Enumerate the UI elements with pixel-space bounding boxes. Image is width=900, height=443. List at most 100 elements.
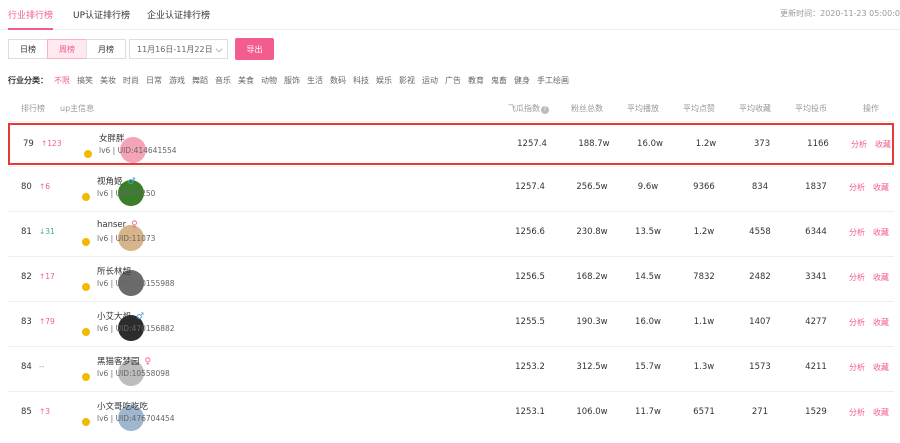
table-row[interactable]: 81 ↓31 hanser ♀ lv6 | UID:11073 1256.6 23… bbox=[8, 213, 894, 255]
category-item[interactable]: 教育 bbox=[468, 75, 484, 86]
up-uid: lv6 | UID:520155988 bbox=[97, 279, 175, 288]
collect-link[interactable]: 收藏 bbox=[873, 362, 889, 373]
analyze-link[interactable]: 分析 bbox=[849, 272, 865, 283]
category-item[interactable]: 科技 bbox=[353, 75, 369, 86]
avatar[interactable] bbox=[63, 354, 144, 386]
gender-icon: ♂ bbox=[127, 177, 136, 187]
category-item[interactable]: 游戏 bbox=[169, 75, 185, 86]
period-daily-button[interactable]: 日榜 bbox=[8, 39, 48, 59]
avg-fav-value: 1407 bbox=[749, 317, 771, 327]
table-row[interactable]: 84 -- 黑猫客梦园 ♀ lv6 | UID:10558098 1253.2 3… bbox=[8, 348, 894, 390]
index-value: 1256.6 bbox=[515, 227, 545, 237]
category-item[interactable]: 生活 bbox=[307, 75, 323, 86]
avg-play-value: 13.5w bbox=[635, 227, 661, 237]
table-row[interactable]: 80 ↑6 视角姬 ♂ lv6 | UID:52250 1257.4 256.5w… bbox=[8, 168, 894, 210]
rank-number: 80 bbox=[21, 182, 32, 192]
period-monthly-button[interactable]: 月榜 bbox=[86, 39, 126, 59]
table-row[interactable]: 82 ↑17 所长林超 lv6 | UID:520155988 1256.5 1… bbox=[8, 258, 894, 300]
collect-link[interactable]: 收藏 bbox=[873, 407, 889, 418]
header-avg-coin: 平均投币 bbox=[795, 104, 827, 113]
avg-play-value: 9.6w bbox=[637, 182, 659, 192]
avatar[interactable] bbox=[63, 399, 144, 431]
export-button[interactable]: 导出 bbox=[235, 38, 274, 60]
table-row[interactable]: 85 ↑3 小文哥吃吃吃 lv6 | UID:476704454 1253.1 … bbox=[8, 393, 894, 435]
category-item[interactable]: 娱乐 bbox=[376, 75, 392, 86]
category-item[interactable]: 日常 bbox=[146, 75, 162, 86]
analyze-link[interactable]: 分析 bbox=[849, 182, 865, 193]
tab-enterprise-cert-ranking[interactable]: 企业认证排行榜 bbox=[147, 8, 210, 21]
table-row[interactable]: 79 ↑123 女胖胖 lv6 | UID:414641554 1257.4 1… bbox=[8, 123, 894, 165]
avg-like-value: 1.1w bbox=[693, 317, 715, 327]
verified-badge-icon bbox=[81, 282, 91, 292]
gender-icon: ♀ bbox=[131, 220, 138, 230]
verified-badge-icon bbox=[83, 149, 93, 159]
category-item[interactable]: 动物 bbox=[261, 75, 277, 86]
tab-up-cert-ranking[interactable]: UP认证排行榜 bbox=[73, 8, 130, 21]
rank-change: ↑17 bbox=[39, 272, 55, 281]
avatar[interactable] bbox=[63, 309, 144, 341]
avatar[interactable] bbox=[63, 219, 144, 251]
avatar[interactable] bbox=[65, 131, 146, 163]
analyze-link[interactable]: 分析 bbox=[851, 139, 867, 150]
index-value: 1255.5 bbox=[515, 317, 545, 327]
collect-link[interactable]: 收藏 bbox=[873, 227, 889, 238]
avg-coin-value: 6344 bbox=[805, 227, 827, 237]
table-row[interactable]: 83 ↑79 小艾大叔 ♂ lv6 | UID:470156882 1255.5 … bbox=[8, 303, 894, 345]
category-item[interactable]: 数码 bbox=[330, 75, 346, 86]
category-item[interactable]: 美妆 bbox=[100, 75, 116, 86]
date-range-select[interactable]: 11月16日-11月22日 bbox=[129, 39, 228, 59]
analyze-link[interactable]: 分析 bbox=[849, 227, 865, 238]
avg-fav-value: 834 bbox=[751, 182, 769, 192]
up-name[interactable]: 小艾大叔 ♂ bbox=[97, 310, 144, 322]
avg-coin-value: 1166 bbox=[807, 139, 829, 149]
analyze-link[interactable]: 分析 bbox=[849, 407, 865, 418]
index-value: 1253.2 bbox=[515, 362, 545, 372]
fans-value: 190.3w bbox=[576, 317, 608, 327]
category-item[interactable]: 健身 bbox=[514, 75, 530, 86]
avg-fav-value: 1573 bbox=[749, 362, 771, 372]
category-item[interactable]: 美食 bbox=[238, 75, 254, 86]
analyze-link[interactable]: 分析 bbox=[849, 362, 865, 373]
collect-link[interactable]: 收藏 bbox=[873, 317, 889, 328]
category-item[interactable]: 舞蹈 bbox=[192, 75, 208, 86]
analyze-link[interactable]: 分析 bbox=[849, 317, 865, 328]
tab-industry-ranking[interactable]: 行业排行榜 bbox=[8, 8, 54, 30]
category-item[interactable]: 搞笑 bbox=[77, 75, 93, 86]
gender-icon: ♀ bbox=[144, 357, 152, 367]
up-name[interactable]: 女胖胖 bbox=[99, 132, 125, 144]
category-item[interactable]: 手工绘画 bbox=[537, 75, 569, 86]
collect-link[interactable]: 收藏 bbox=[873, 272, 889, 283]
category-item[interactable]: 时尚 bbox=[123, 75, 139, 86]
collect-link[interactable]: 收藏 bbox=[875, 139, 891, 150]
up-name[interactable]: 视角姬 ♂ bbox=[97, 175, 136, 187]
up-name[interactable]: 所长林超 bbox=[97, 265, 131, 277]
category-item[interactable]: 广告 bbox=[445, 75, 461, 86]
up-name[interactable]: 黑猫客梦园 ♀ bbox=[97, 355, 151, 367]
avg-play-value: 16.0w bbox=[635, 317, 661, 327]
rank-change: ↑3 bbox=[39, 407, 51, 416]
verified-badge-icon bbox=[81, 417, 91, 427]
category-item[interactable]: 运动 bbox=[422, 75, 438, 86]
rank-number: 84 bbox=[21, 362, 32, 372]
info-icon[interactable]: ? bbox=[541, 106, 549, 114]
category-item[interactable]: 音乐 bbox=[215, 75, 231, 86]
category-item[interactable]: 不限 bbox=[54, 75, 70, 86]
collect-link[interactable]: 收藏 bbox=[873, 182, 889, 193]
avg-coin-value: 4277 bbox=[805, 317, 827, 327]
avg-coin-value: 1837 bbox=[805, 182, 827, 192]
category-item[interactable]: 鬼畜 bbox=[491, 75, 507, 86]
avatar[interactable] bbox=[63, 174, 144, 206]
avg-play-value: 11.7w bbox=[635, 407, 661, 417]
avatar[interactable] bbox=[63, 264, 144, 296]
up-name[interactable]: 小文哥吃吃吃 bbox=[97, 400, 148, 412]
fans-value: 312.5w bbox=[576, 362, 608, 372]
rank-number: 79 bbox=[23, 139, 34, 149]
verified-badge-icon bbox=[81, 192, 91, 202]
category-item[interactable]: 服饰 bbox=[284, 75, 300, 86]
period-weekly-button[interactable]: 周榜 bbox=[47, 39, 87, 59]
avg-coin-value: 3341 bbox=[805, 272, 827, 282]
avg-like-value: 9366 bbox=[693, 182, 715, 192]
category-item[interactable]: 影视 bbox=[399, 75, 415, 86]
category-filter: 行业分类： 不限 搞笑 美妆 时尚 日常 游戏 舞蹈 音乐 美食 动物 服饰 生活 数码 科技 娱乐 影视 运动… bbox=[8, 74, 576, 86]
up-name[interactable]: hanser ♀ bbox=[97, 220, 138, 230]
